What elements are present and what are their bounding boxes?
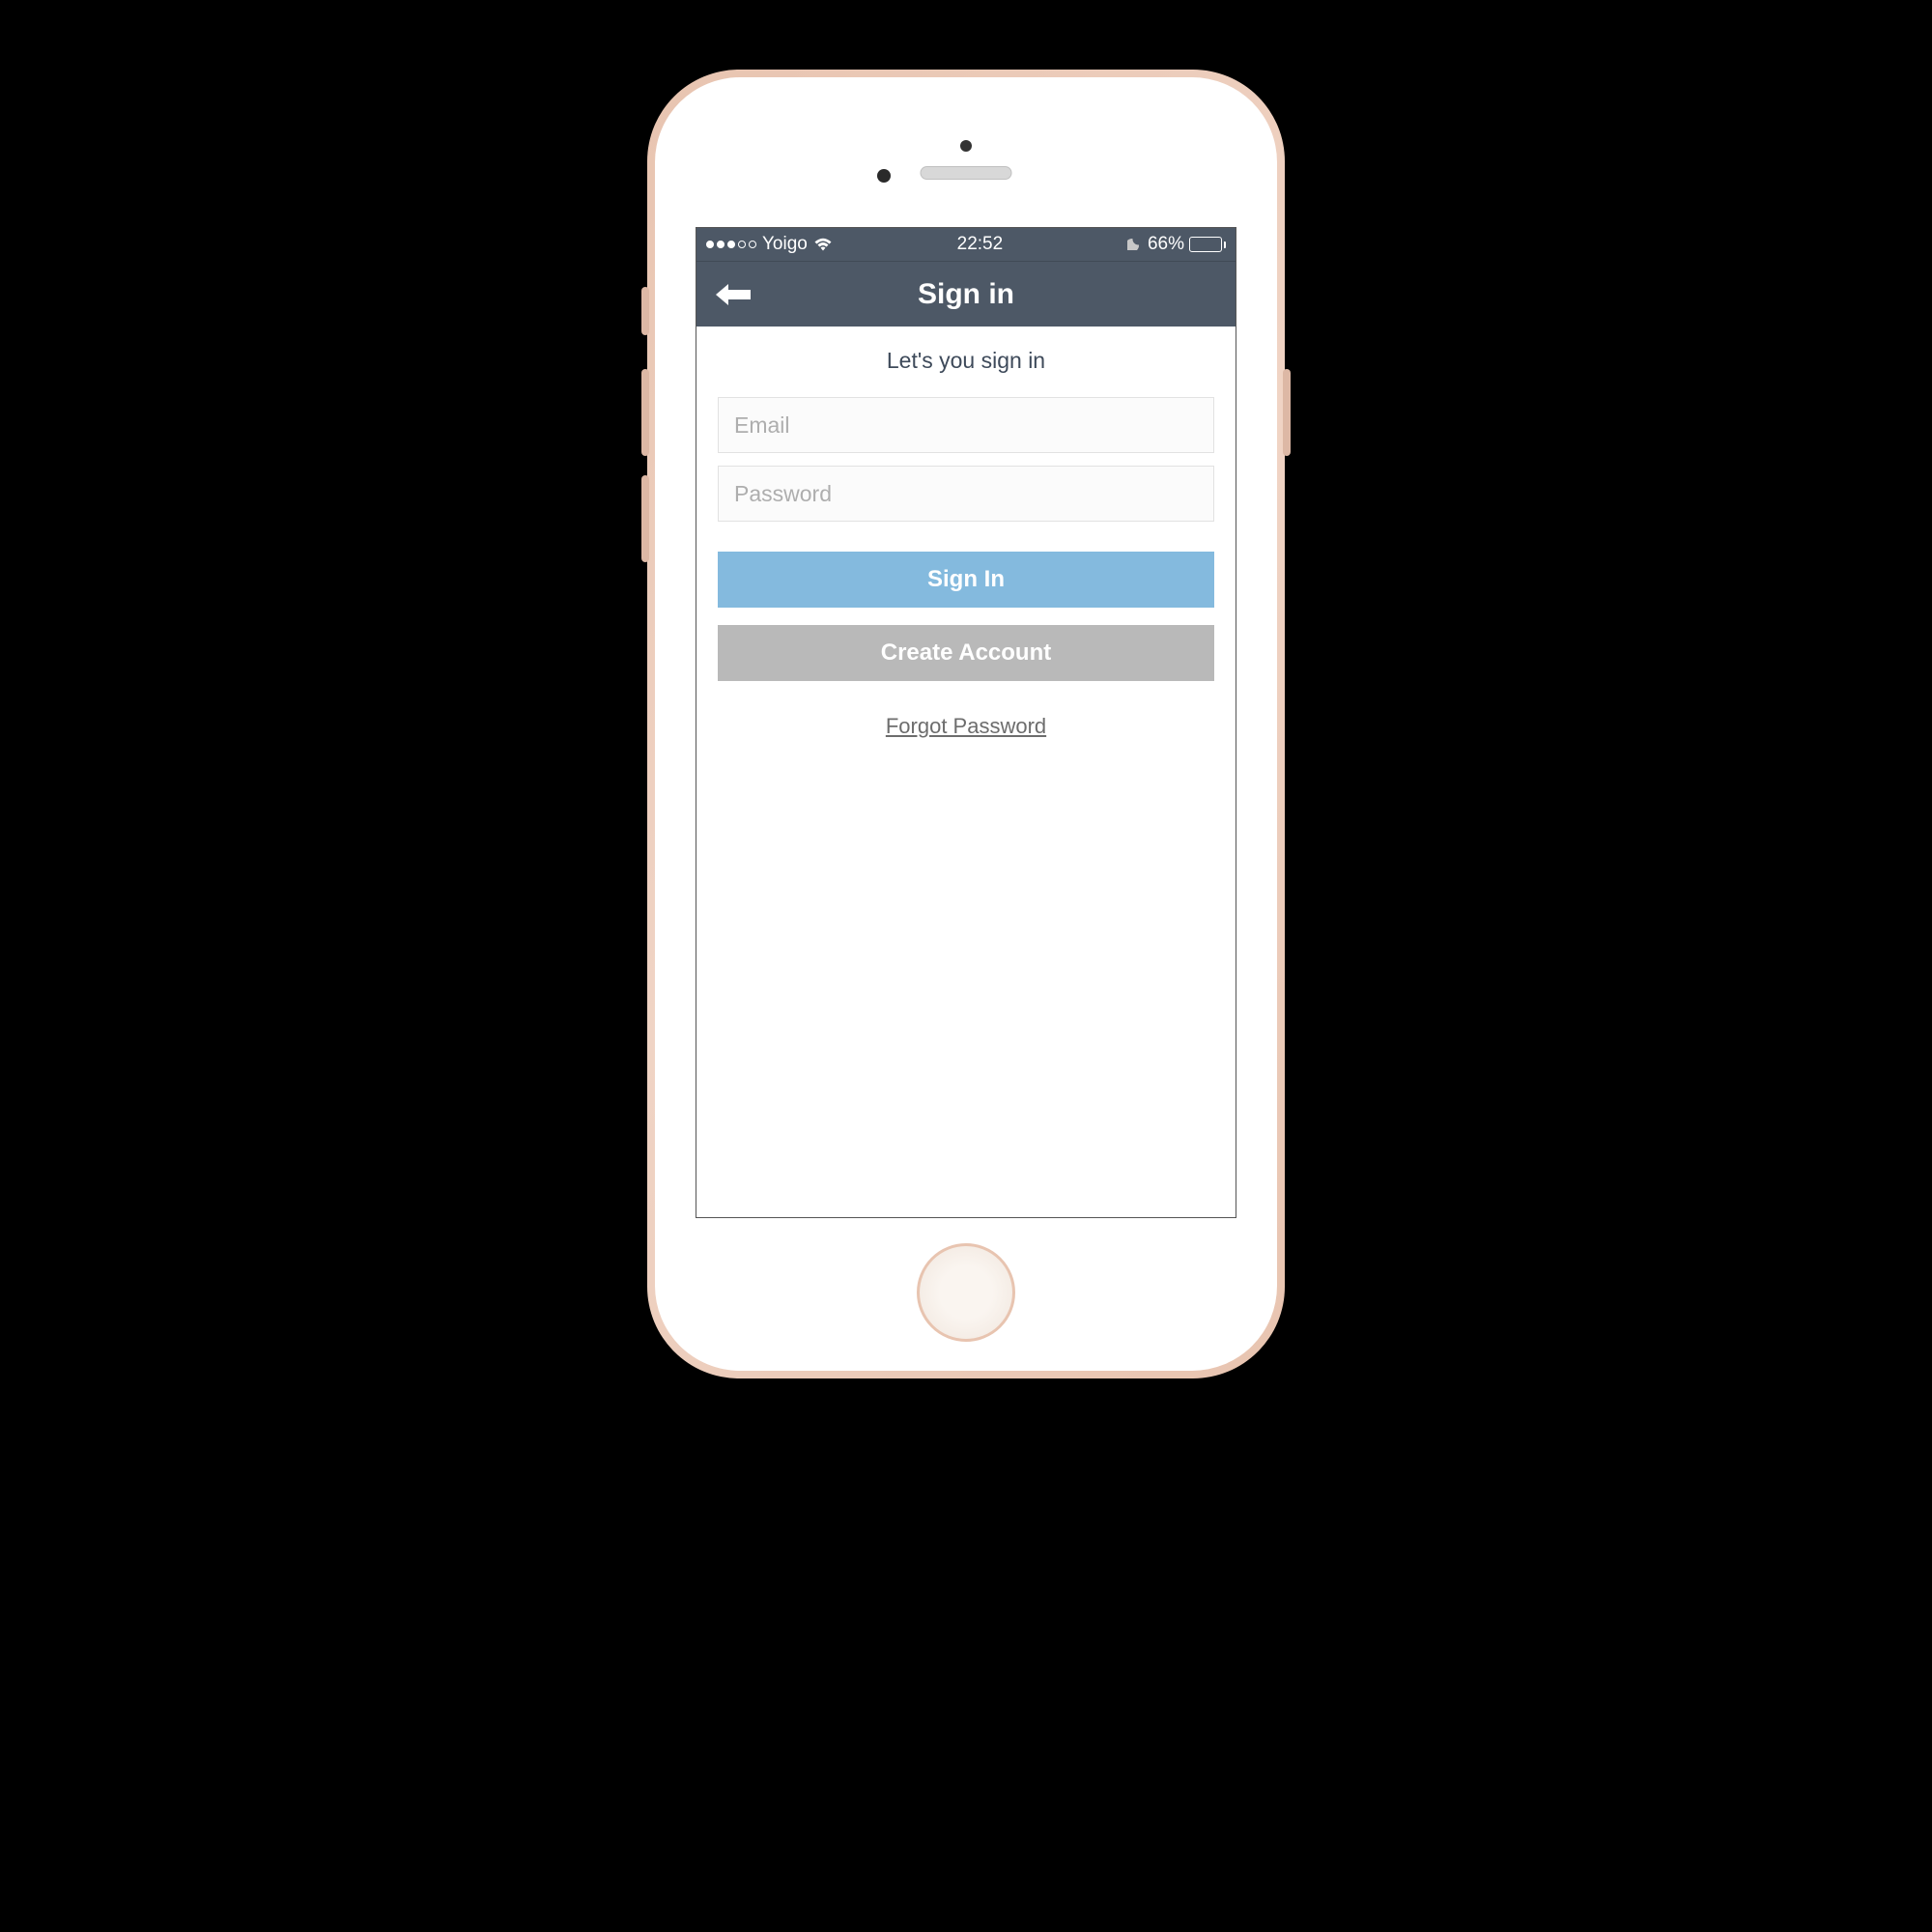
battery-percent-label: 66% [1148, 234, 1184, 255]
status-bar-time: 22:52 [957, 234, 1004, 255]
wifi-icon [813, 238, 833, 252]
screen: Yoigo 22:52 66% [696, 227, 1236, 1218]
forgot-password-link[interactable]: Forgot Password [718, 714, 1214, 739]
do-not-disturb-icon [1127, 235, 1143, 255]
back-button[interactable] [714, 281, 753, 308]
email-field[interactable] [718, 397, 1214, 453]
phone-home-button [917, 1243, 1015, 1342]
back-arrow-icon [714, 281, 753, 308]
phone-device-frame: Yoigo 22:52 66% [647, 70, 1285, 1378]
form-subtitle: Let's you sign in [718, 348, 1214, 374]
phone-speaker-grille [921, 166, 1012, 180]
password-field[interactable] [718, 466, 1214, 522]
page-title: Sign in [918, 278, 1014, 311]
phone-sensor-dot [877, 169, 891, 183]
phone-power-button [1283, 369, 1291, 456]
navigation-bar: Sign in [696, 261, 1236, 327]
phone-volume-down [641, 475, 649, 562]
signal-strength-icon [706, 241, 756, 248]
create-account-button[interactable]: Create Account [718, 625, 1214, 681]
status-bar: Yoigo 22:52 66% [696, 228, 1236, 261]
status-bar-left: Yoigo [706, 234, 833, 255]
phone-bezel: Yoigo 22:52 66% [655, 77, 1277, 1371]
signin-button[interactable]: Sign In [718, 552, 1214, 608]
phone-volume-up [641, 369, 649, 456]
phone-camera-dot [960, 140, 972, 152]
carrier-label: Yoigo [762, 234, 808, 255]
battery-icon [1189, 237, 1226, 252]
status-bar-right: 66% [1127, 234, 1226, 255]
phone-mute-switch [641, 287, 649, 335]
signin-form: Let's you sign in Sign In Create Account… [696, 327, 1236, 1217]
